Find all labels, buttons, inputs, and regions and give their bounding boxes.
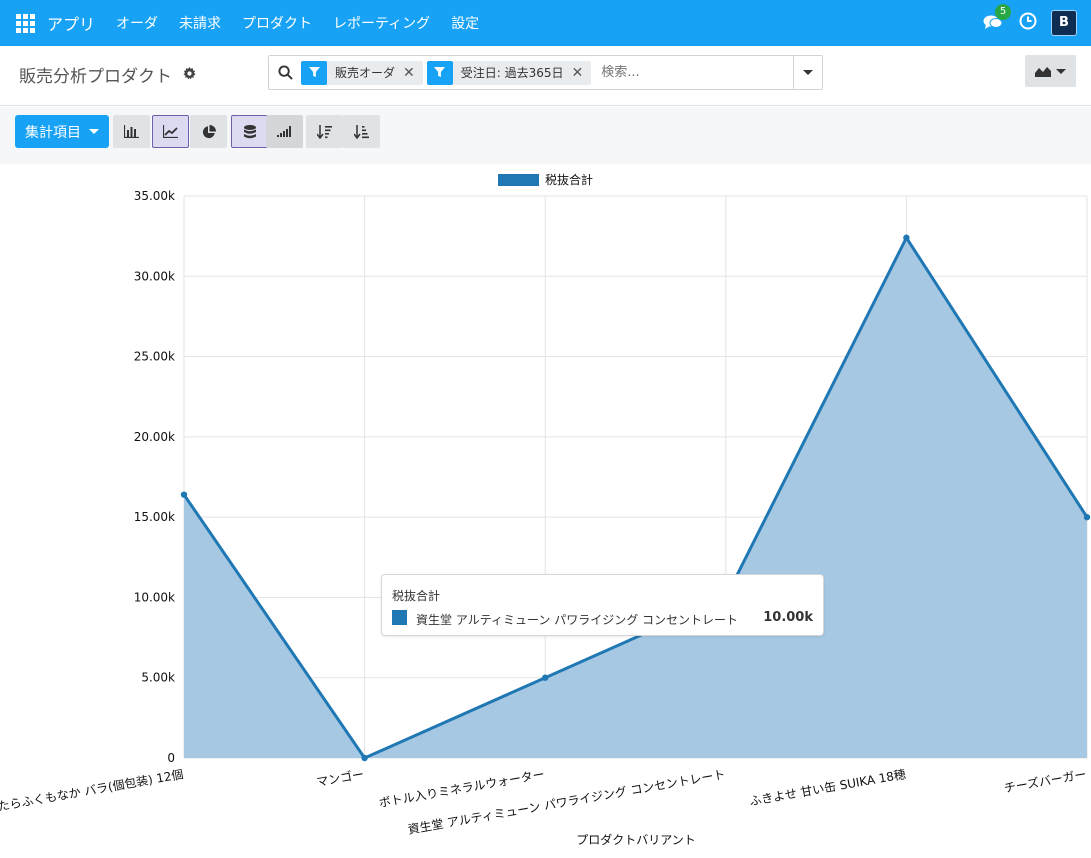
facet-label: 販売オーダ — [335, 66, 396, 80]
search-facet-sales-orders: 販売オーダ ✕ — [301, 60, 423, 85]
search-facet-order-date: 受注日: 過去365日 ✕ — [426, 60, 592, 85]
sort-ascending-button[interactable] — [343, 115, 380, 148]
data-point — [180, 491, 188, 498]
menu-to-invoice[interactable]: 未請求 — [179, 13, 221, 33]
navbar-systray: 5 B — [983, 0, 1077, 46]
chart-tooltip: 税抜合計 資生堂 アルティミューン パワライジング コンセントレート 10.00… — [381, 574, 824, 636]
chevron-down-icon — [89, 129, 99, 134]
area-chart-icon — [1035, 67, 1051, 77]
data-point — [542, 674, 549, 681]
search-icon — [269, 65, 301, 80]
sort-descending-icon — [317, 124, 332, 139]
tooltip-label: 資生堂 アルティミューン パワライジング コンセントレート — [416, 613, 739, 627]
x-tick-label: 資生堂 アルティミューン パワライジング コンセントレート — [407, 767, 727, 837]
view-switcher-button[interactable] — [1025, 55, 1076, 87]
tooltip-value: 10.00k — [763, 610, 813, 625]
x-axis-title: プロダクトバリアント — [576, 832, 696, 847]
legend-swatch — [498, 174, 539, 186]
graph-view: 0 5.00k 10.00k 15.00k 20.00k 25.00k 30.00k 35.0… — [0, 164, 1091, 854]
search-options-toggle[interactable] — [793, 56, 822, 89]
x-tick-label: ふきよせ 甘い缶 SUIKA 18穂 — [748, 767, 907, 808]
data-point — [361, 754, 368, 762]
data-point — [903, 234, 910, 241]
page-title: 販売分析プロダクト — [19, 62, 196, 87]
bar-chart-button[interactable] — [113, 115, 150, 148]
y-tick-label: 25.00k — [134, 350, 175, 364]
legend-label: 税抜合計 — [545, 172, 593, 187]
control-panel: 販売分析プロダクト 販売オーダ ✕ 受注日: 過去365日 ✕ 検索... — [0, 46, 1091, 106]
messages-count-badge: 5 — [995, 4, 1011, 20]
line-chart-button[interactable] — [152, 115, 189, 148]
pie-chart-button[interactable] — [190, 115, 227, 148]
facet-remove-icon[interactable]: ✕ — [403, 65, 423, 81]
chevron-down-icon — [803, 70, 813, 75]
tooltip-title: 税抜合計 — [392, 589, 441, 603]
stacked-button[interactable] — [231, 115, 268, 148]
breadcrumb-title: 販売分析プロダクト — [19, 67, 172, 87]
x-tick-label: たらふくもなか バラ(個包装) 12個 — [0, 767, 185, 813]
x-tick-label: チーズバーガー — [1003, 766, 1088, 795]
apps-menu-icon[interactable] — [16, 13, 35, 33]
bar-chart-icon — [124, 125, 139, 138]
y-tick-label: 30.00k — [134, 269, 175, 283]
database-icon — [243, 124, 256, 138]
facet-label: 受注日: 過去365日 — [460, 66, 564, 80]
filter-icon — [301, 60, 327, 85]
pie-chart-icon — [202, 124, 216, 138]
series-area — [184, 237, 1087, 759]
y-tick-label: 5.00k — [141, 671, 175, 685]
x-tick-label: マンゴー — [315, 766, 365, 789]
search-bar: 販売オーダ ✕ 受注日: 過去365日 ✕ — [268, 55, 823, 90]
tooltip-color-swatch — [392, 610, 407, 625]
menu-products[interactable]: プロダクト — [242, 13, 312, 33]
facet-remove-icon[interactable]: ✕ — [572, 65, 592, 81]
signal-bars-icon — [277, 126, 291, 137]
data-point — [1083, 513, 1091, 521]
app-brand[interactable]: アプリ — [47, 11, 95, 35]
y-tick-label: 35.00k — [134, 189, 175, 203]
chevron-down-icon — [1056, 68, 1066, 74]
sort-ascending-icon — [354, 124, 369, 139]
area-chart: 0 5.00k 10.00k 15.00k 20.00k 25.00k 30.00k 35.0… — [0, 172, 1091, 847]
sort-descending-button[interactable] — [306, 115, 343, 148]
messaging-icon[interactable]: 5 — [983, 4, 1011, 33]
user-avatar[interactable]: B — [1051, 10, 1077, 36]
cumulative-button[interactable] — [266, 115, 303, 148]
measures-dropdown-button[interactable]: 集計項目 — [15, 115, 109, 148]
measures-label: 集計項目 — [25, 124, 81, 141]
y-tick-label: 15.00k — [134, 510, 175, 524]
menu-reporting[interactable]: レポーティング — [333, 13, 430, 33]
activity-clock-icon[interactable] — [1019, 12, 1037, 34]
gear-icon[interactable] — [183, 67, 196, 84]
menu-orders[interactable]: オーダ — [116, 13, 158, 33]
search-input[interactable] — [595, 65, 793, 80]
menu-configuration[interactable]: 設定 — [451, 13, 479, 33]
top-navbar: アプリ オーダ 未請求 プロダクト レポーティング 設定 5 B — [0, 0, 1091, 46]
graph-toolbar: 集計項目 — [0, 107, 1091, 164]
y-tick-label: 0 — [167, 751, 175, 765]
filter-icon — [426, 60, 453, 85]
line-chart-icon — [163, 125, 178, 138]
y-tick-label: 10.00k — [134, 590, 175, 604]
y-tick-label: 20.00k — [134, 430, 175, 444]
